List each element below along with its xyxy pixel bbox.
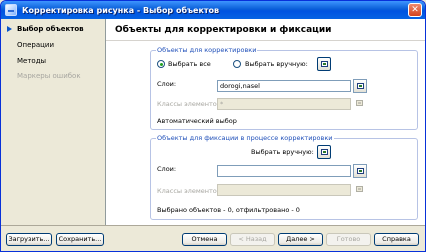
fixation-layers-label: Слои: bbox=[157, 165, 177, 173]
correction-group-legend: Объекты для корректировки bbox=[156, 46, 258, 54]
load-button[interactable]: Загрузить... bbox=[6, 233, 52, 246]
correction-objects-group: Объекты для корректировки Выбрать все Вы… bbox=[150, 46, 418, 130]
fixation-classes-browse-icon bbox=[356, 186, 363, 192]
fixation-layers-browse-icon bbox=[357, 168, 364, 174]
close-button[interactable]: ✕ bbox=[408, 3, 422, 17]
footer-divider bbox=[1, 225, 425, 226]
auto-select-label: Автоматический выбор bbox=[157, 117, 237, 125]
classes-browse-icon bbox=[356, 100, 363, 106]
fixation-classes-label: Классы элементов: bbox=[157, 187, 223, 195]
help-button[interactable]: Справка bbox=[374, 233, 419, 246]
finish-button: Готово bbox=[326, 233, 371, 246]
fixation-pick-objects-button[interactable] bbox=[317, 145, 331, 159]
select-all-radio[interactable] bbox=[157, 60, 165, 68]
nav-step-methods[interactable]: Методы bbox=[17, 57, 46, 65]
nav-step-select-objects[interactable]: Выбор объектов bbox=[17, 25, 84, 33]
select-manual-label: Выбрать вручную: bbox=[245, 60, 308, 68]
main-content: Объекты для корректировки и фиксации Объ… bbox=[105, 19, 425, 225]
select-manual-radio[interactable] bbox=[233, 60, 241, 68]
fixation-classes-browse-button bbox=[353, 183, 367, 197]
window-title: Корректировка рисунка - Выбор объектов bbox=[22, 5, 220, 15]
correction-classes-browse-button bbox=[353, 97, 367, 111]
fixation-pick-objects-icon bbox=[321, 149, 328, 155]
nav-step-operations[interactable]: Операции bbox=[17, 41, 54, 49]
wizard-steps-panel: Выбор объектов Операции Методы Маркеры о… bbox=[2, 19, 105, 225]
page-title: Объекты для корректировки и фиксации bbox=[115, 25, 332, 35]
app-icon bbox=[5, 4, 17, 16]
fixation-group-legend: Объекты для фиксации в процессе корректи… bbox=[156, 134, 334, 142]
pick-objects-icon bbox=[321, 61, 328, 67]
fixation-objects-group: Объекты для фиксации в процессе корректи… bbox=[150, 134, 418, 220]
fixation-layers-browse-button[interactable] bbox=[353, 164, 367, 178]
next-button[interactable]: Далее > bbox=[278, 233, 323, 246]
fixation-layers-field[interactable] bbox=[217, 165, 351, 177]
correction-classes-field: * bbox=[217, 98, 351, 110]
fixation-manual-label: Выбрать вручную: bbox=[251, 148, 314, 156]
save-button[interactable]: Сохранить... bbox=[56, 233, 104, 246]
correction-layers-browse-button[interactable] bbox=[353, 79, 367, 93]
current-step-arrow-icon bbox=[7, 26, 12, 32]
selection-summary: Выбрано объектов - 0, отфильтровано - 0 bbox=[157, 206, 300, 214]
fixation-classes-field bbox=[217, 184, 351, 196]
back-button: < Назад bbox=[230, 233, 275, 246]
wizard-window: Корректировка рисунка - Выбор объектов ✕… bbox=[0, 0, 426, 252]
nav-step-error-markers: Маркеры ошибок bbox=[17, 72, 81, 80]
pick-objects-button[interactable] bbox=[317, 57, 331, 71]
cancel-button[interactable]: Отмена bbox=[182, 233, 227, 246]
title-bar: Корректировка рисунка - Выбор объектов ✕ bbox=[1, 1, 425, 19]
correction-layers-label: Слои: bbox=[157, 80, 177, 88]
correction-layers-field[interactable]: dorogi,nasel bbox=[217, 80, 351, 92]
title-divider bbox=[106, 40, 425, 41]
layers-browse-icon bbox=[357, 83, 364, 89]
select-all-label: Выбрать все bbox=[168, 60, 211, 68]
correction-classes-label: Классы элементов: bbox=[157, 100, 223, 108]
